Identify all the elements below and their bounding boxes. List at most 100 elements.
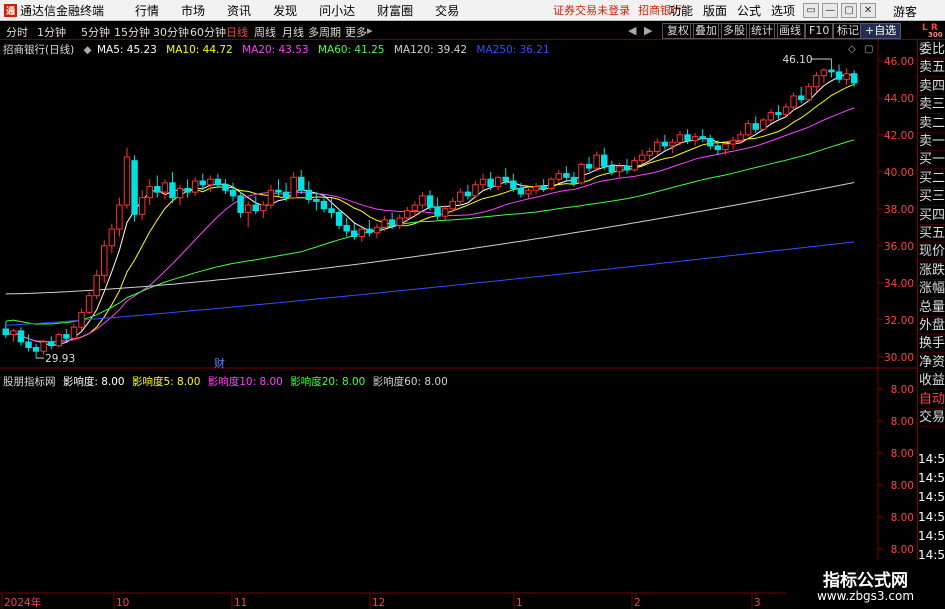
candle-body-down bbox=[510, 180, 517, 189]
candle-body-down bbox=[17, 330, 25, 343]
candle-body-up bbox=[722, 143, 729, 151]
trade-login-status[interactable]: 证券交易未登录 bbox=[553, 2, 630, 18]
window-icon: ▢ bbox=[864, 44, 873, 55]
price-tick-label: 42.00 bbox=[884, 130, 914, 142]
quote-label: 买二 bbox=[919, 170, 945, 188]
tab-weekly[interactable]: 周线 bbox=[254, 24, 276, 40]
chart-area[interactable]: 46.00 44.00 42.00 40.00 38.00 36.00 34.00 32.00… bbox=[0, 40, 917, 609]
menu-formula[interactable]: 公式 bbox=[732, 2, 766, 19]
menu-item-news[interactable]: 资讯 bbox=[216, 2, 262, 19]
stock-name[interactable]: 招商银行(日线) bbox=[3, 44, 74, 56]
app-title: 通达信金融终端 bbox=[20, 3, 105, 18]
tick-time: 14:56 bbox=[918, 509, 945, 524]
menu-function[interactable]: 功能 bbox=[664, 2, 698, 19]
minimize-icon[interactable]: — bbox=[822, 3, 839, 18]
quote-label: 卖一 bbox=[919, 134, 945, 151]
candle-body-down bbox=[343, 224, 350, 232]
ind-tick-label: 8.00 bbox=[891, 480, 914, 492]
ind-tick-label: 8.00 bbox=[891, 448, 914, 460]
candle-body-down bbox=[388, 219, 396, 226]
candle-body-up bbox=[449, 200, 456, 210]
menu-item-wealth-circle[interactable]: 财富圈 bbox=[366, 2, 424, 19]
candle-body-up bbox=[373, 226, 381, 234]
tick-time: 14:56 bbox=[918, 528, 945, 543]
candle-body-down bbox=[48, 341, 55, 347]
level-badge: L R 300 bbox=[920, 23, 944, 39]
draw-line-button[interactable]: 画线 bbox=[774, 23, 806, 39]
menu-options[interactable]: 选项 bbox=[766, 2, 800, 19]
kline-chart[interactable]: 46.0044.0042.0040.0038.0036.0034.0032.00… bbox=[0, 40, 917, 609]
tab-intraday[interactable]: 分时 bbox=[6, 24, 28, 40]
candle-body-up bbox=[290, 176, 297, 199]
candle-body-down bbox=[601, 154, 608, 167]
tick-time: 14:56 bbox=[918, 471, 945, 486]
candle-body-up bbox=[782, 106, 790, 115]
ind-value-3: 影响度20: 8.00 bbox=[290, 376, 366, 388]
price-tick-label: 32.00 bbox=[884, 315, 914, 327]
candle-body-up bbox=[116, 204, 123, 230]
candle-body-up bbox=[729, 139, 737, 145]
menu-item-market[interactable]: 市场 bbox=[170, 2, 216, 19]
stock-menu-icon[interactable]: ◆ bbox=[84, 44, 92, 56]
tab-more[interactable]: 更多 bbox=[345, 24, 367, 40]
indicator-name[interactable]: 股朋指标网 bbox=[3, 376, 56, 388]
date-tick-label: 12 bbox=[372, 597, 385, 609]
tab-daily[interactable]: 日线 bbox=[226, 24, 248, 40]
menu-item-ask[interactable]: 问小达 bbox=[308, 2, 366, 19]
maximize-icon[interactable]: ▢ bbox=[841, 3, 858, 18]
quote-label: 买一 bbox=[919, 152, 945, 170]
menu-item-trade[interactable]: 交易 bbox=[424, 2, 470, 19]
candle-body-down bbox=[661, 141, 669, 147]
candle-body-up bbox=[78, 311, 85, 328]
candle-body-up bbox=[207, 178, 214, 186]
candle-body-down bbox=[131, 160, 138, 215]
ma60-value: MA60: 41.25 bbox=[317, 44, 385, 56]
tab-60min[interactable]: 60分钟 bbox=[190, 24, 226, 40]
tab-5min[interactable]: 5分钟 bbox=[81, 24, 110, 40]
f10-button[interactable]: F10 bbox=[804, 23, 835, 39]
candle-body-down bbox=[32, 347, 40, 352]
candle-body-up bbox=[843, 73, 850, 80]
tab-1min[interactable]: 1分钟 bbox=[37, 24, 66, 40]
quote-label: 买四 bbox=[919, 207, 945, 225]
quote-label: 总量 bbox=[919, 299, 945, 317]
nav-left-icon[interactable]: ◀ bbox=[628, 24, 636, 37]
tab-more-arrow-icon[interactable]: ▸ bbox=[367, 24, 373, 37]
candle-body-up bbox=[646, 150, 653, 156]
candle-body-up bbox=[244, 204, 252, 213]
candle-body-up bbox=[669, 141, 676, 147]
candle-body-down bbox=[835, 71, 843, 80]
diamond-icon: ◇ bbox=[848, 44, 856, 55]
add-watchlist-button[interactable]: +自选 bbox=[860, 23, 902, 39]
tab-multi-period[interactable]: 多周期 bbox=[308, 24, 341, 40]
close-icon[interactable]: ✕ bbox=[860, 3, 877, 18]
candle-body-up bbox=[70, 326, 78, 339]
price-tick-label: 30.00 bbox=[884, 352, 914, 364]
tab-30min[interactable]: 30分钟 bbox=[153, 24, 189, 40]
candle-body-down bbox=[222, 184, 229, 191]
candle-body-up bbox=[472, 184, 479, 197]
candle-body-up bbox=[479, 178, 487, 186]
tab-monthly[interactable]: 月线 bbox=[282, 24, 304, 40]
ma10-value: MA10: 44.72 bbox=[166, 44, 233, 56]
quote-label: 卖三 bbox=[919, 97, 945, 115]
date-tick-label: 3 bbox=[754, 597, 761, 609]
restore-icon[interactable]: ▭ bbox=[803, 3, 820, 18]
nav-right-icon[interactable]: ▶ bbox=[644, 24, 652, 37]
tab-15min[interactable]: 15分钟 bbox=[114, 24, 150, 40]
ind-tick-label: 8.00 bbox=[891, 512, 914, 524]
quote-label: 净资 bbox=[919, 354, 945, 372]
candle-body-up bbox=[441, 208, 449, 217]
menu-item-discover[interactable]: 发现 bbox=[262, 2, 308, 19]
guest-user[interactable]: 游客 bbox=[893, 3, 917, 20]
candle-body-up bbox=[691, 136, 699, 141]
right-menus: 功能 版面 公式 选项 ▭ — ▢ ✕ bbox=[664, 0, 877, 21]
tick-time: 14:56 bbox=[918, 452, 945, 466]
app-logo-icon: 通 bbox=[4, 3, 17, 17]
menu-item-quotes[interactable]: 行情 bbox=[124, 2, 170, 19]
candle-body-up bbox=[176, 187, 184, 199]
menu-layout[interactable]: 版面 bbox=[698, 2, 732, 19]
quote-label[interactable]: 交易 bbox=[919, 409, 945, 427]
quote-label[interactable]: 自动 bbox=[919, 391, 945, 409]
ma120-value: MA120: 39.42 bbox=[393, 44, 468, 56]
